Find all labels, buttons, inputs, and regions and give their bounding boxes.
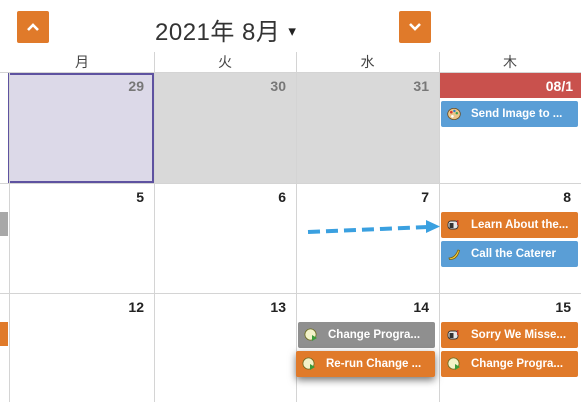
event-rerun-change-dragging[interactable]: Re-run Change ...	[296, 351, 435, 377]
day-cell-8[interactable]: 8	[439, 184, 581, 293]
play-badge-icon	[302, 357, 315, 370]
banana-icon	[448, 249, 460, 260]
dropdown-caret-icon: ▾	[288, 23, 297, 40]
palette-icon	[447, 108, 461, 120]
event-learn-about[interactable]: Learn About the...	[441, 212, 578, 238]
day-number: 15	[555, 299, 571, 315]
event-label: Change Progra...	[328, 329, 421, 341]
grid-line	[296, 52, 297, 402]
weekday-mon: 月	[75, 54, 89, 70]
day-number: 31	[413, 78, 429, 94]
day-number: 5	[136, 189, 144, 205]
chevron-down-icon	[409, 23, 421, 31]
day-cell-31[interactable]: 31	[297, 73, 439, 183]
month-selector[interactable]: 2021年 8月 ▾	[155, 12, 296, 47]
grid-line	[154, 52, 155, 402]
day-cell-13[interactable]: 13	[155, 294, 296, 402]
event-sorry-missed[interactable]: Sorry We Misse...	[441, 322, 578, 348]
grid-line	[0, 72, 581, 73]
drag-arrow-icon	[307, 220, 440, 234]
play-badge-icon	[447, 357, 460, 370]
day-number: 12	[128, 299, 144, 315]
weekday-wed: 水	[360, 54, 375, 70]
day-cell-30[interactable]: 30	[155, 73, 296, 183]
mailbox-icon	[447, 330, 459, 340]
day-number: 8	[563, 189, 571, 205]
event-change-program-grey[interactable]: Change Progra...	[298, 322, 435, 348]
day-cell-14[interactable]: 14	[297, 294, 439, 402]
chevron-up-icon	[27, 23, 39, 31]
day-cell-15[interactable]: 15	[439, 294, 581, 402]
weekday-tue: 火	[218, 54, 232, 70]
event-call-caterer[interactable]: Call the Caterer	[441, 241, 578, 267]
event-send-image[interactable]: Send Image to ...	[441, 101, 578, 127]
day-cell-6[interactable]: 6	[155, 184, 296, 293]
today-header: 08/1	[439, 73, 581, 98]
play-badge-icon	[304, 328, 317, 341]
day-number: 14	[413, 299, 429, 315]
event-label: Re-run Change ...	[326, 358, 422, 370]
prev-month-button[interactable]	[17, 11, 49, 43]
event-label: Change Progra...	[471, 358, 564, 370]
day-number: 13	[270, 299, 286, 315]
offscreen-event-edge	[0, 212, 8, 236]
event-label: Learn About the...	[471, 219, 569, 231]
day-number: 30	[270, 78, 286, 94]
day-cell-12[interactable]: 12	[10, 294, 154, 402]
day-number: 29	[128, 78, 144, 94]
month-label: 2021年 8月	[155, 19, 281, 46]
next-month-button[interactable]	[399, 11, 431, 43]
event-label: Call the Caterer	[471, 248, 557, 260]
grid-line	[0, 183, 581, 184]
day-number: 6	[278, 189, 286, 205]
event-label: Send Image to ...	[471, 108, 563, 120]
day-number: 7	[421, 189, 429, 205]
weekday-thu: 木	[503, 54, 517, 70]
event-change-program-orange[interactable]: Change Progra...	[441, 351, 578, 377]
grid-line	[9, 72, 10, 402]
mailbox-icon	[447, 220, 459, 230]
event-label: Sorry We Misse...	[471, 329, 567, 341]
day-cell-5[interactable]: 5	[10, 184, 154, 293]
day-number: 08/1	[545, 78, 573, 94]
grid-line	[0, 293, 581, 294]
day-cell-29[interactable]: 29	[8, 73, 154, 183]
offscreen-event-edge	[0, 322, 8, 346]
calendar-header: 2021年 8月 ▾	[0, 0, 581, 52]
